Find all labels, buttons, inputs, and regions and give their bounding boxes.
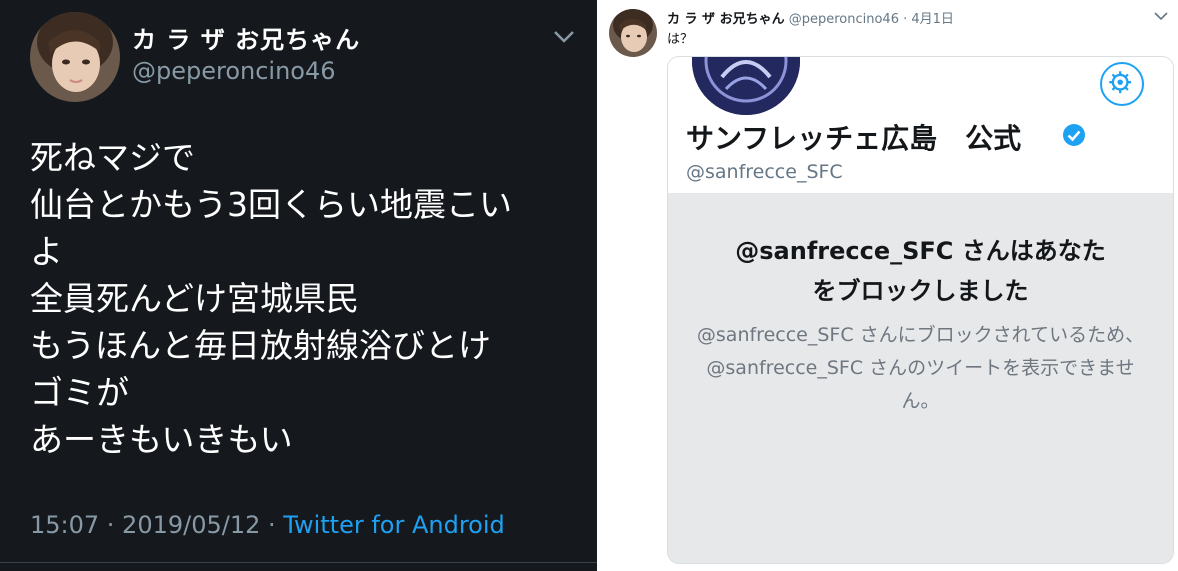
avatar[interactable] <box>30 12 120 102</box>
tweet-timestamp[interactable]: 15:07 · 2019/05/12 · <box>30 511 283 539</box>
chevron-down-icon[interactable] <box>1154 12 1168 21</box>
display-name[interactable]: カ ラ ザ お兄ちゃん <box>667 12 785 27</box>
user-handle[interactable]: @peperoncino46 <box>789 12 899 27</box>
tweet-line: 死ねマジで <box>30 138 195 177</box>
tweet-line: 仙台とかもう3回くらい地震こい <box>30 185 513 224</box>
blocked-title-line: @sanfrecce_SFC さんはあなた <box>735 237 1106 265</box>
tweet-line: あーきもいきもい <box>30 420 293 459</box>
tweet-text: は？ <box>667 32 694 47</box>
light-tweet-panel: カ ラ ザ お兄ちゃん @peperoncino46 · 4月1日 は？ サンフ… <box>597 0 1178 571</box>
blocked-desc-line: @sanfrecce_SFC さんにブロックされているため、 <box>696 324 1145 346</box>
tweet-source-link[interactable]: Twitter for Android <box>283 511 504 539</box>
blocked-desc-line: ん。 <box>901 390 940 412</box>
tweet-line: ゴミが <box>30 373 129 412</box>
avatar[interactable] <box>609 9 657 57</box>
tweet-date[interactable]: 4月1日 <box>911 12 954 27</box>
tweet-metadata: 15:07 · 2019/05/12 · Twitter for Android <box>30 511 505 539</box>
display-name[interactable]: カ ラ ザ お兄ちゃん <box>132 20 360 55</box>
verified-badge-icon <box>1063 124 1085 146</box>
tweet-line: よ <box>30 232 63 271</box>
profile-name: サンフレッチェ広島 公式 <box>686 122 1022 155</box>
chevron-down-icon[interactable] <box>553 30 575 44</box>
profile-handle: @sanfrecce_SFC <box>686 161 843 183</box>
tweet-line: 全員死んどけ宮城県民 <box>30 279 360 318</box>
gear-icon[interactable] <box>1100 62 1144 106</box>
profile-header: サンフレッチェ広島 公式 @sanfrecce_SFC <box>668 57 1173 193</box>
divider <box>0 562 597 563</box>
blocked-message-description: @sanfrecce_SFC さんにブロックされているため、 @sanfrecc… <box>668 319 1173 418</box>
separator: · <box>903 12 908 27</box>
user-handle[interactable]: @peperoncino46 <box>132 57 336 85</box>
avatar <box>692 57 800 115</box>
dark-tweet-panel: カ ラ ザ お兄ちゃん @peperoncino46 死ねマジで 仙台とかもう3… <box>0 0 597 571</box>
attached-screenshot[interactable]: サンフレッチェ広島 公式 @sanfrecce_SFC @sanfrecce_S… <box>667 56 1174 564</box>
blocked-message-title: @sanfrecce_SFC さんはあなた をブロックしました <box>668 231 1173 311</box>
tweet-body: 死ねマジで 仙台とかもう3回くらい地震こい よ 全員死んどけ宮城県民 もうほんと… <box>30 134 512 463</box>
tweet-line: もうほんと毎日放射線浴びとけ <box>30 326 492 365</box>
blocked-title-line: をブロックしました <box>812 277 1029 305</box>
tweet-header: カ ラ ザ お兄ちゃん @peperoncino46 · 4月1日 <box>667 8 954 27</box>
blocked-desc-line: @sanfrecce_SFC さんのツイートを表示できませ <box>706 357 1135 379</box>
